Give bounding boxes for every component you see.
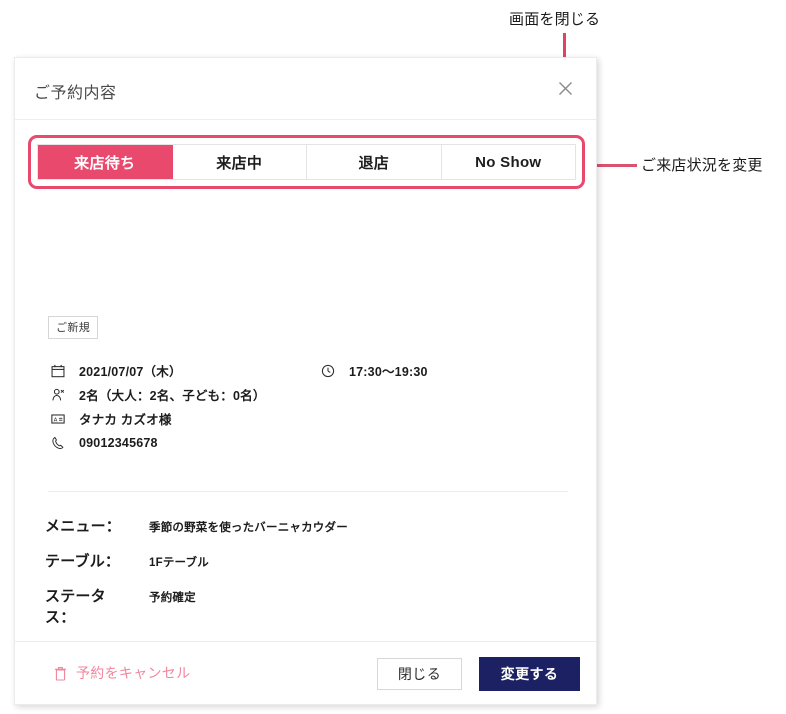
reservation-info: 2021/07/07（木） 17:30〜19:30 2名（大人：2名、子ども：0… [51, 360, 571, 456]
trash-icon [54, 665, 67, 681]
reservation-time: 17:30〜19:30 [349, 365, 428, 379]
annotation-status-leader-line [597, 164, 637, 167]
reservation-party: 2名（大人：2名、子ども：0名） [79, 389, 266, 403]
submit-change-button[interactable]: 変更する [479, 657, 580, 691]
svg-text:A: A [54, 417, 58, 423]
dialog-header: ご予約内容 [15, 58, 596, 120]
reservation-customer-name: タナカ カズオ様 [79, 413, 172, 427]
field-row-menu: メニュー： 季節の野菜を使ったバーニャカウダー [45, 516, 575, 538]
reservation-phone: 09012345678 [79, 435, 158, 450]
field-label-table: テーブル： [45, 552, 121, 570]
info-row-phone: 09012345678 [51, 432, 571, 453]
field-value-status: 予約確定 [149, 591, 196, 604]
close-icon[interactable] [552, 75, 578, 101]
info-row-party: 2名（大人：2名、子ども：0名） [51, 384, 571, 405]
tab-left[interactable]: 退店 [307, 145, 442, 179]
field-row-status: ステータス： 予約確定 [45, 586, 575, 630]
clock-icon [321, 363, 339, 379]
cancel-reservation-link[interactable]: 予約をキャンセル [54, 663, 190, 683]
cancel-reservation-label: 予約をキャンセル [76, 665, 191, 681]
tab-waiting[interactable]: 来店待ち [38, 145, 173, 179]
name-card-icon: A [51, 411, 69, 427]
page-title: ご予約内容 [34, 85, 117, 102]
close-button[interactable]: 閉じる [377, 658, 462, 690]
field-label-menu: メニュー： [45, 518, 122, 535]
status-badge: ご新規 [48, 316, 99, 339]
screenshot-root: 画面を閉じる ご来店状況を変更 ご予約内容 来店待ち 来店中 退店 No Sho… [0, 0, 786, 714]
section-divider [48, 491, 568, 492]
field-row-table: テーブル： 1Fテーブル [45, 551, 575, 573]
annotation-status-label: ご来店状況を変更 [641, 157, 763, 174]
field-label-status: ステータス： [45, 587, 106, 627]
status-tabs[interactable]: 来店待ち 来店中 退店 No Show [37, 144, 576, 180]
dialog-footer: 予約をキャンセル 閉じる 変更する [15, 641, 596, 704]
field-value-table: 1Fテーブル [149, 556, 209, 569]
person-icon [51, 387, 69, 403]
tab-seated[interactable]: 来店中 [172, 145, 307, 179]
info-row-time: 17:30〜19:30 [321, 360, 428, 381]
calendar-icon [51, 363, 69, 379]
info-row-date: 2021/07/07（木） 17:30〜19:30 [51, 360, 571, 381]
reservation-date: 2021/07/07（木） [79, 365, 182, 379]
reservation-detail-dialog: ご予約内容 来店待ち 来店中 退店 No Show ご新規 2021/07/07… [14, 57, 597, 714]
tab-no-show[interactable]: No Show [441, 145, 575, 179]
annotation-close-label: 画面を閉じる [509, 11, 601, 28]
info-row-name: A タナカ カズオ様 [51, 408, 571, 429]
phone-icon [51, 435, 69, 451]
field-value-menu: 季節の野菜を使ったバーニャカウダー [149, 522, 348, 534]
